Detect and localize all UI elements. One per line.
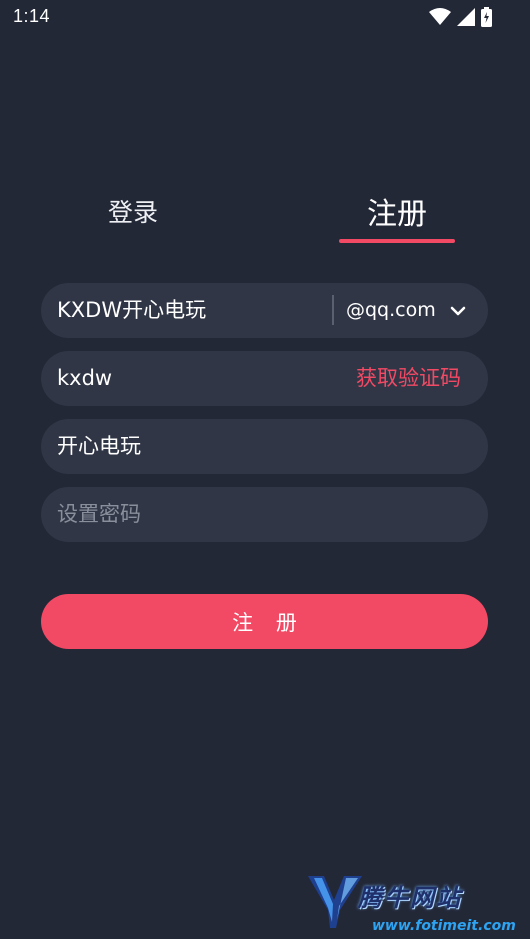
nickname-input[interactable]: 开心电玩 xyxy=(57,419,141,474)
email-field: KXDW开心电玩 @qq.com xyxy=(41,283,488,338)
password-input[interactable]: 设置密码 xyxy=(57,487,141,542)
email-user-input[interactable]: KXDW开心电玩 xyxy=(57,283,206,338)
watermark-logo-icon xyxy=(306,870,366,934)
tab-login[interactable]: 登录 xyxy=(78,193,188,229)
watermark-title: 腾牛网站 xyxy=(358,884,462,912)
wifi-icon xyxy=(429,8,451,30)
verification-code-field: kxdw 获取验证码 xyxy=(41,351,488,406)
status-icons xyxy=(429,7,492,31)
watermark: 腾牛网站 www.fotimeit.com xyxy=(306,870,516,936)
status-time: 1:14 xyxy=(13,6,51,26)
status-bar: 1:14 xyxy=(0,0,530,34)
verification-code-input[interactable]: kxdw xyxy=(57,351,112,406)
tab-register[interactable]: 注册 xyxy=(338,189,456,233)
chevron-down-icon xyxy=(450,283,466,338)
signal-icon xyxy=(457,8,475,30)
field-divider xyxy=(332,295,334,325)
get-code-button[interactable]: 获取验证码 xyxy=(356,351,461,406)
register-button[interactable]: 注 册 xyxy=(41,594,488,649)
battery-charging-icon xyxy=(481,7,492,31)
email-domain-value: @qq.com xyxy=(346,299,436,321)
password-field: 设置密码 xyxy=(41,487,488,542)
email-domain-select[interactable]: @qq.com xyxy=(346,283,466,338)
active-tab-indicator xyxy=(339,239,455,243)
auth-tabs: 登录 注册 xyxy=(0,180,530,250)
nickname-field: 开心电玩 xyxy=(41,419,488,474)
watermark-url: www.fotimeit.com xyxy=(372,918,516,934)
